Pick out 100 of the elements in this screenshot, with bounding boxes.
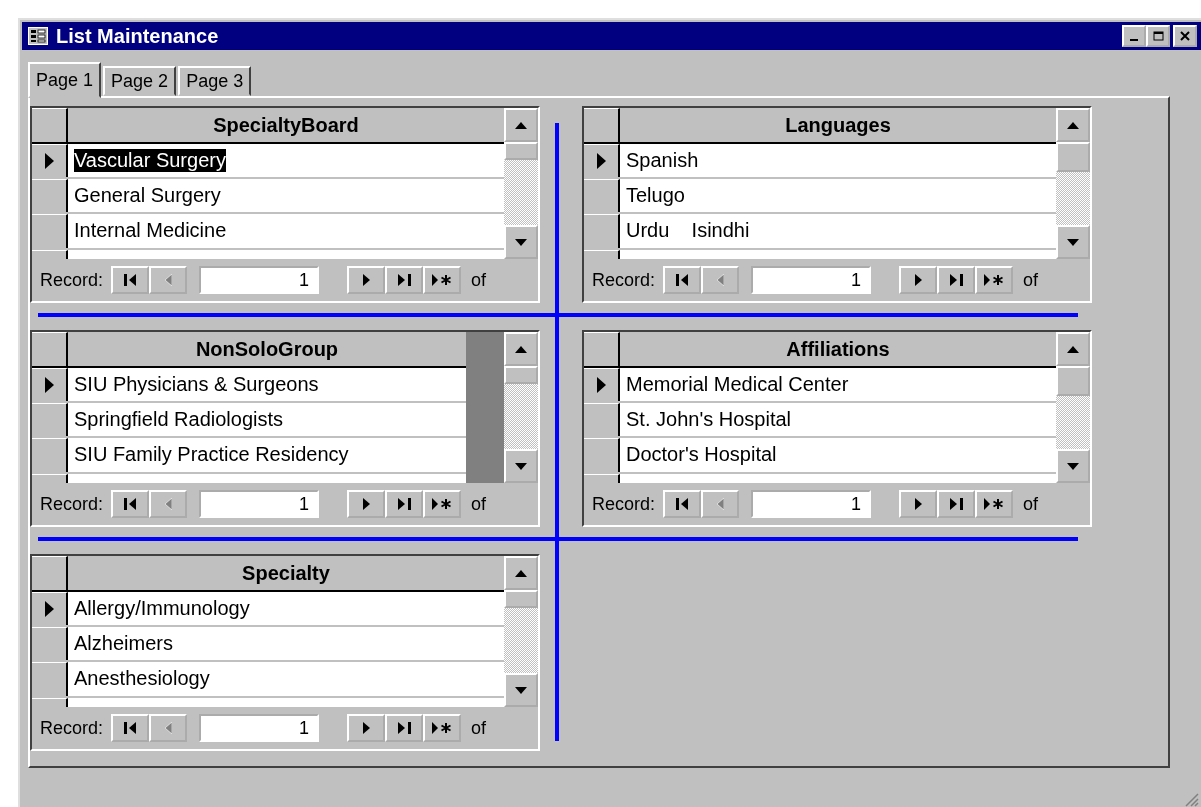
- table-cell[interactable]: St. John's Hospital: [620, 403, 1056, 437]
- table-cell[interactable]: [620, 473, 1056, 483]
- page-tab[interactable]: Page 2: [103, 66, 177, 96]
- scroll-down-button[interactable]: [1056, 449, 1090, 483]
- record-selector[interactable]: [32, 473, 68, 483]
- new-record-button[interactable]: [975, 266, 1014, 294]
- vertical-scrollbar[interactable]: [1056, 108, 1090, 259]
- record-selector[interactable]: [32, 144, 68, 178]
- first-record-button[interactable]: [111, 490, 150, 518]
- scroll-up-button[interactable]: [1056, 108, 1090, 142]
- table-cell[interactable]: [620, 249, 1056, 259]
- table-cell[interactable]: SIU Physicians & Surgeons: [68, 368, 466, 402]
- record-selector[interactable]: [32, 249, 68, 259]
- down-arrow-icon: [515, 686, 527, 694]
- new-record-button[interactable]: [423, 714, 462, 742]
- table-cell[interactable]: Allergy/Immunology: [68, 592, 504, 626]
- table-cell[interactable]: Memorial Medical Center: [620, 368, 1056, 402]
- table-cell[interactable]: Internal Medicine: [68, 214, 504, 248]
- first-record-icon: [123, 274, 137, 286]
- table-cell[interactable]: Alzheimers: [68, 627, 504, 661]
- down-arrow-icon: [1067, 462, 1079, 470]
- first-record-button[interactable]: [663, 266, 702, 294]
- new-record-button[interactable]: [423, 490, 462, 518]
- previous-record-icon: [164, 722, 172, 734]
- first-record-button[interactable]: [111, 266, 150, 294]
- record-selector[interactable]: [584, 144, 620, 178]
- maximize-button[interactable]: [1146, 25, 1170, 47]
- table-cell[interactable]: Urdu Isindhi: [620, 214, 1056, 248]
- record-selector[interactable]: [32, 662, 68, 696]
- close-icon: [1180, 31, 1190, 41]
- first-record-button[interactable]: [663, 490, 702, 518]
- record-selector[interactable]: [32, 214, 68, 248]
- vertical-scrollbar[interactable]: [504, 556, 538, 707]
- scroll-down-button[interactable]: [1056, 225, 1090, 259]
- record-selector[interactable]: [584, 214, 620, 248]
- record-selector[interactable]: [32, 403, 68, 437]
- table-cell[interactable]: [68, 249, 504, 259]
- table-cell[interactable]: Anesthesiology: [68, 662, 504, 696]
- table-cell[interactable]: General Surgery: [68, 179, 504, 213]
- scroll-down-button[interactable]: [504, 673, 538, 707]
- last-record-button[interactable]: [385, 490, 424, 518]
- next-record-button[interactable]: [899, 490, 938, 518]
- last-record-button[interactable]: [937, 266, 976, 294]
- record-number-field[interactable]: 1: [751, 266, 872, 294]
- scroll-thumb[interactable]: [504, 142, 538, 160]
- scroll-thumb[interactable]: [504, 590, 538, 608]
- new-record-button[interactable]: [975, 490, 1014, 518]
- table-cell[interactable]: [68, 697, 504, 707]
- table-cell[interactable]: Doctor's Hospital: [620, 438, 1056, 472]
- record-selector[interactable]: [32, 179, 68, 213]
- scroll-thumb[interactable]: [504, 366, 538, 384]
- scroll-up-button[interactable]: [504, 108, 538, 142]
- table-cell[interactable]: Vascular Surgery: [68, 144, 504, 178]
- record-selector[interactable]: [584, 179, 620, 213]
- scroll-thumb[interactable]: [1056, 366, 1090, 396]
- table-cell[interactable]: Telugo: [620, 179, 1056, 213]
- record-selector[interactable]: [32, 627, 68, 661]
- scroll-up-button[interactable]: [504, 556, 538, 590]
- table-cell[interactable]: Spanish: [620, 144, 1056, 178]
- next-record-button[interactable]: [347, 490, 386, 518]
- record-selector[interactable]: [584, 249, 620, 259]
- vertical-scrollbar[interactable]: [504, 108, 538, 259]
- last-record-button[interactable]: [937, 490, 976, 518]
- first-record-button[interactable]: [111, 714, 150, 742]
- next-record-button[interactable]: [347, 266, 386, 294]
- table-cell[interactable]: SIU Family Practice Residency: [68, 438, 466, 472]
- minimize-button[interactable]: [1122, 25, 1146, 47]
- table-cell[interactable]: [68, 473, 466, 483]
- scroll-up-button[interactable]: [1056, 332, 1090, 366]
- page-tab[interactable]: Page 3: [178, 66, 252, 96]
- next-record-button[interactable]: [899, 266, 938, 294]
- scroll-down-button[interactable]: [504, 225, 538, 259]
- next-record-button[interactable]: [347, 714, 386, 742]
- record-number-field[interactable]: 1: [199, 714, 320, 742]
- new-record-button[interactable]: [423, 266, 462, 294]
- record-number-field[interactable]: 1: [199, 266, 320, 294]
- record-selector[interactable]: [32, 592, 68, 626]
- record-selector[interactable]: [584, 473, 620, 483]
- last-record-button[interactable]: [385, 714, 424, 742]
- last-record-button[interactable]: [385, 266, 424, 294]
- record-selector[interactable]: [32, 697, 68, 707]
- vertical-scrollbar[interactable]: [504, 332, 538, 483]
- scroll-down-button[interactable]: [504, 449, 538, 483]
- form-icon: [28, 27, 48, 45]
- record-selector[interactable]: [32, 368, 68, 402]
- record-selector[interactable]: [584, 438, 620, 472]
- scroll-thumb[interactable]: [1056, 142, 1090, 172]
- record-number-field[interactable]: 1: [199, 490, 320, 518]
- last-record-icon: [949, 498, 963, 510]
- record-selector[interactable]: [32, 438, 68, 472]
- close-button[interactable]: [1173, 25, 1197, 47]
- record-count-label: of: [471, 269, 487, 291]
- table-cell[interactable]: Springfield Radiologists: [68, 403, 466, 437]
- page-tab[interactable]: Page 1: [28, 62, 102, 98]
- scroll-up-button[interactable]: [504, 332, 538, 366]
- record-selector[interactable]: [584, 403, 620, 437]
- record-label: Record:: [40, 269, 104, 291]
- record-number-field[interactable]: 1: [751, 490, 872, 518]
- vertical-scrollbar[interactable]: [1056, 332, 1090, 483]
- record-selector[interactable]: [584, 368, 620, 402]
